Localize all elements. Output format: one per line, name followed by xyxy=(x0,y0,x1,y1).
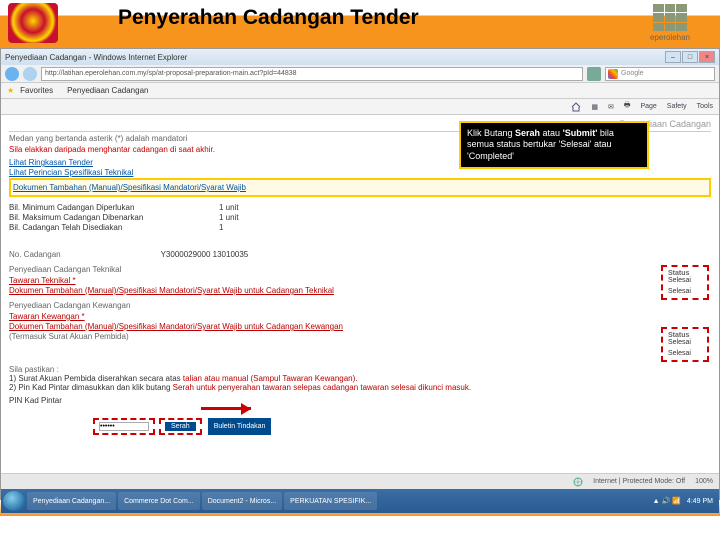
home-icon[interactable] xyxy=(571,102,581,112)
spec-max: Bil. Maksimum Cadangan Dibenarkan1 unit xyxy=(9,213,711,222)
highlighted-link-box: Dokumen Tambahan (Manual)/Spesifikasi Ma… xyxy=(9,178,711,197)
spec-done: Bil. Cadangan Telah Disediakan1 xyxy=(9,223,711,232)
link-spesifikasi[interactable]: Lihat Perincian Spesifikasi Teknikal xyxy=(9,168,711,177)
favorites-bar: ★ Favorites Penyediaan Cadangan xyxy=(1,83,719,99)
search-input[interactable]: Google xyxy=(605,67,715,81)
spec-block: Bil. Minimum Cadangan Diperlukan1 unit B… xyxy=(9,203,711,232)
url-input[interactable]: http://latihan.eperolehan.com.my/sp/at-p… xyxy=(41,67,583,81)
link-tawaran-teknikal[interactable]: Tawaran Teknikal * xyxy=(9,276,711,285)
browser-window: Penyediaan Cadangan - Windows Internet E… xyxy=(0,48,720,500)
spec-min: Bil. Minimum Cadangan Diperlukan1 unit xyxy=(9,203,711,212)
security-zone: Internet | Protected Mode: Off xyxy=(593,478,685,485)
browser-statusbar: Internet | Protected Mode: Off 100% xyxy=(1,473,719,489)
start-button[interactable] xyxy=(3,491,25,511)
pin-input[interactable] xyxy=(99,422,149,431)
back-button[interactable] xyxy=(5,67,19,81)
notes-section: Sila pastikan : 1) Surat Akuan Pembida d… xyxy=(9,365,711,405)
tab-current[interactable]: Penyediaan Cadangan xyxy=(67,86,148,95)
section-teknikal: Penyediaan Cadangan Teknikal Tawaran Tek… xyxy=(9,265,711,295)
window-titlebar: Penyediaan Cadangan - Windows Internet E… xyxy=(1,49,719,65)
forward-button[interactable] xyxy=(23,67,37,81)
slide-title: Penyerahan Cadangan Tender xyxy=(118,6,419,30)
safety-menu[interactable]: Safety xyxy=(667,103,687,110)
favorites-label[interactable]: Favorites xyxy=(20,86,53,95)
system-tray[interactable]: ▲ 🔊 📶 4:49 PM xyxy=(653,497,717,505)
taskbar-item-ie[interactable]: Penyediaan Cadangan... xyxy=(27,492,116,510)
status-box-teknikal: Status Selesai Selesai xyxy=(661,265,709,300)
tools-menu[interactable]: Tools xyxy=(697,103,713,110)
feed-icon[interactable]: ▦ xyxy=(591,103,598,111)
link-dok-kewangan[interactable]: Dokumen Tambahan (Manual)/Spesifikasi Ma… xyxy=(9,322,711,331)
window-controls: – □ × xyxy=(665,51,715,63)
windows-taskbar: Penyediaan Cadangan... Commerce Dot Com.… xyxy=(1,489,719,513)
serah-button-highlight: Serah xyxy=(159,418,202,435)
eperolehan-logo: eperolehan xyxy=(630,4,710,42)
taskbar-item-spec[interactable]: PERKUATAN SPESIFIK... xyxy=(284,492,377,510)
page-menu[interactable]: Page xyxy=(640,103,656,110)
favorites-star-icon[interactable]: ★ xyxy=(7,86,14,95)
pin-and-buttons: Serah Buletin Tindakan xyxy=(93,418,271,435)
page-content: Penyediaan Cadangan Medan yang bertanda … xyxy=(1,115,719,473)
close-button[interactable]: × xyxy=(699,51,715,63)
window-title: Penyediaan Cadangan - Windows Internet E… xyxy=(5,53,187,62)
maximize-button[interactable]: □ xyxy=(682,51,698,63)
print-icon[interactable]: 🖶 xyxy=(624,101,631,112)
clock[interactable]: 4:49 PM xyxy=(687,498,713,505)
serah-button[interactable]: Serah xyxy=(165,422,196,431)
pin-input-highlight xyxy=(93,418,155,435)
address-bar-row: http://latihan.eperolehan.com.my/sp/at-p… xyxy=(1,65,719,83)
section-kewangan: Penyediaan Cadangan Kewangan Tawaran Kew… xyxy=(9,301,711,341)
no-cadangan-row: No. CadanganY3000029000 13010035 xyxy=(9,250,711,259)
taskbar-item-word[interactable]: Document2 - Micros... xyxy=(202,492,282,510)
taskbar-item-cdc[interactable]: Commerce Dot Com... xyxy=(118,492,200,510)
instruction-callout: Klik Butang Serah atau 'Submit' bila sem… xyxy=(459,121,649,169)
tray-icons[interactable]: ▲ 🔊 📶 xyxy=(653,497,681,505)
red-arrow-icon xyxy=(201,407,251,410)
buletin-button[interactable]: Buletin Tindakan xyxy=(208,418,272,435)
link-tawaran-kewangan[interactable]: Tawaran Kewangan * xyxy=(9,312,711,321)
malaysia-crest-icon xyxy=(8,3,58,43)
slide-header: Penyerahan Cadangan Tender eperolehan xyxy=(0,0,720,48)
surat-akuan-note: (Termasuk Surat Akuan Pembida) xyxy=(9,332,129,341)
mail-icon[interactable]: ✉ xyxy=(608,103,614,111)
refresh-button[interactable] xyxy=(587,67,601,81)
link-dokumen-tambahan[interactable]: Dokumen Tambahan (Manual)/Spesifikasi Ma… xyxy=(13,183,707,192)
status-box-kewangan: Status Selesai Selesai xyxy=(661,327,709,362)
browser-toolbar: ▦ ✉ 🖶 Page Safety Tools xyxy=(1,99,719,115)
minimize-button[interactable]: – xyxy=(665,51,681,63)
google-icon xyxy=(608,69,618,79)
globe-icon xyxy=(573,477,583,487)
link-dok-teknikal[interactable]: Dokumen Tambahan (Manual)/Spesifikasi Ma… xyxy=(9,286,711,295)
zoom-level[interactable]: 100% xyxy=(695,478,713,485)
